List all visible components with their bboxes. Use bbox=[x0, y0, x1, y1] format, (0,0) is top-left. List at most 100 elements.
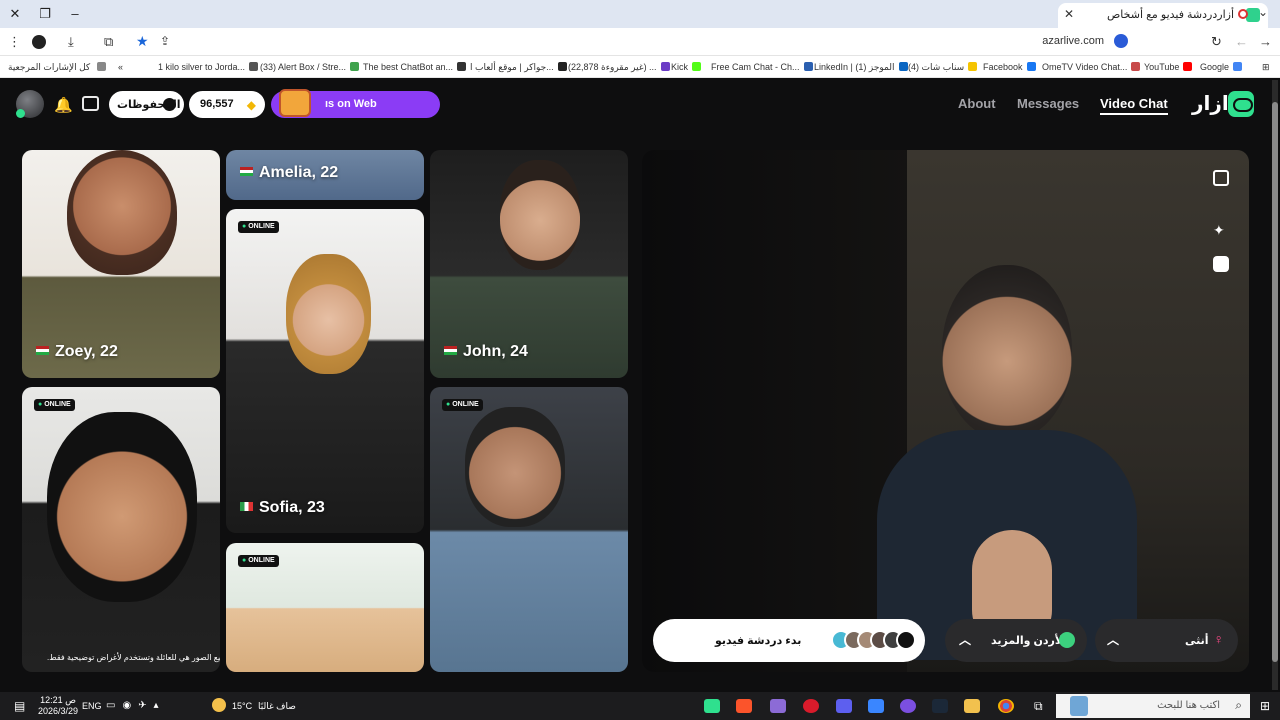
magic-wand-icon[interactable]: ✦ bbox=[1213, 222, 1225, 239]
gems-button[interactable]: 96,557 ◆ bbox=[189, 91, 265, 118]
start-video-chat-button[interactable]: بدء دردشة فيديو bbox=[653, 619, 925, 662]
fullscreen-icon[interactable] bbox=[1213, 170, 1229, 186]
download-icon[interactable]: ⤓ bbox=[68, 34, 74, 50]
back-icon[interactable]: → bbox=[1259, 34, 1272, 50]
inbox-icon[interactable] bbox=[82, 96, 99, 111]
online-badge: ONLINE bbox=[238, 221, 279, 233]
bookmark-item[interactable]: YouTube bbox=[1144, 62, 1193, 72]
profile-photo bbox=[67, 150, 177, 275]
gender-selector[interactable]: ︿ أنثى ♀ bbox=[1095, 619, 1238, 662]
language-indicator[interactable]: ENG bbox=[82, 701, 102, 711]
clock[interactable]: 12:21 ص 2026/3/29 bbox=[38, 695, 78, 717]
nav-messages[interactable]: Messages bbox=[1017, 96, 1079, 111]
bookmark-item[interactable]: (4) سناب شات bbox=[908, 62, 978, 73]
notifications-icon[interactable]: ▤ bbox=[14, 699, 25, 713]
region-label: الأردن والمزيد bbox=[991, 635, 1067, 647]
sticker-icon[interactable] bbox=[1213, 256, 1229, 272]
nav-video-chat[interactable]: Video Chat bbox=[1100, 96, 1168, 115]
saved-button[interactable]: المحفوظات bbox=[109, 91, 184, 118]
site-info-icon[interactable] bbox=[1114, 34, 1128, 48]
profile-photo bbox=[286, 254, 371, 374]
restore-window-icon[interactable]: ❐ bbox=[35, 4, 55, 24]
taskbar-search[interactable]: اكتب هنا للبحث ⌕ bbox=[1056, 694, 1250, 718]
bookmark-label: Google bbox=[1200, 62, 1230, 72]
bookmarks-overflow-icon[interactable]: « bbox=[118, 62, 123, 72]
bookmark-label: جواكر | موقع ألعاب ا... bbox=[470, 62, 554, 72]
forward-icon[interactable]: ← bbox=[1235, 34, 1248, 50]
us-flag-icon bbox=[444, 346, 457, 355]
bookmark-item[interactable]: Google bbox=[1200, 62, 1243, 72]
scrollbar-thumb[interactable] bbox=[1272, 102, 1278, 662]
search-placeholder: اكتب هنا للبحث bbox=[1157, 700, 1220, 711]
treasure-chest-icon bbox=[279, 89, 311, 117]
address-bar[interactable]: ★ ⇪ azarlive.com bbox=[130, 31, 1200, 53]
gender-label: أنثى bbox=[1185, 635, 1209, 647]
app-icon[interactable] bbox=[900, 699, 916, 713]
start-icon[interactable]: ⊞ bbox=[1260, 699, 1270, 713]
profile-photo bbox=[500, 160, 580, 270]
tab-title: أزاردردشة فيديو مع أشخاص bbox=[1107, 9, 1234, 21]
share-icon[interactable]: ⇪ bbox=[160, 34, 170, 48]
tab-search-icon[interactable]: ⌄ bbox=[1258, 5, 1268, 19]
bookmark-item[interactable]: Facebook bbox=[983, 62, 1036, 72]
profile-card-zoey[interactable]: Zoey, 22 bbox=[22, 150, 220, 378]
bookmark-star-icon[interactable]: ★ bbox=[136, 33, 149, 50]
chevron-up-icon: ︿ bbox=[959, 633, 972, 647]
opera-icon[interactable] bbox=[803, 699, 819, 713]
weather-temp: 15°C bbox=[232, 701, 253, 711]
bookmark-label: (22,878 غير مقروءة) ... bbox=[568, 62, 657, 72]
azar-app-icon[interactable] bbox=[704, 699, 720, 713]
bookmark-favicon-icon bbox=[557, 62, 567, 71]
video-preview: ✦ bbox=[642, 150, 1249, 672]
close-window-icon[interactable]: ✕ bbox=[5, 4, 25, 24]
file-explorer-icon[interactable] bbox=[964, 699, 980, 713]
bookmark-item[interactable]: (22,878 غير مقروءة) ... bbox=[568, 62, 670, 73]
app-icon[interactable] bbox=[836, 699, 852, 713]
profile-card-john[interactable]: John, 24 bbox=[430, 150, 628, 378]
profile-icon[interactable] bbox=[32, 35, 46, 49]
profile-card-blonde[interactable]: ONLINE bbox=[226, 543, 424, 672]
minimize-window-icon[interactable]: – bbox=[65, 4, 85, 24]
close-tab-icon[interactable]: ✕ bbox=[1064, 7, 1074, 21]
all-bookmarks[interactable]: كل الإشارات المرجعية bbox=[8, 62, 106, 73]
bookmark-item[interactable]: Kick bbox=[671, 62, 702, 72]
promo-banner[interactable]: ıs on Web bbox=[271, 89, 440, 118]
online-badge: ONLINE bbox=[34, 399, 75, 411]
bookmark-label: YouTube bbox=[1144, 62, 1180, 72]
chrome-icon[interactable] bbox=[998, 699, 1014, 713]
chevron-up-icon: ︿ bbox=[1107, 633, 1120, 647]
menu-icon[interactable]: ⋮ bbox=[8, 34, 21, 50]
bell-icon[interactable]: 🔔 bbox=[54, 96, 73, 114]
nav-about[interactable]: About bbox=[958, 96, 996, 111]
apps-grid-icon[interactable]: ⊞ bbox=[1262, 62, 1270, 73]
profile-card-amelia[interactable]: Amelia, 22 bbox=[226, 150, 424, 200]
profile-name: Amelia, 22 bbox=[240, 164, 338, 182]
bookmark-label: Free Cam Chat - Ch... bbox=[711, 62, 800, 72]
browser-tab-strip: ✕ ❐ – + أزاردردشة فيديو مع أشخاص ✕ ⌄ bbox=[0, 0, 1280, 28]
profile-card-sofia[interactable]: ONLINE Sofia, 23 bbox=[226, 209, 424, 533]
region-selector[interactable]: ︿ الأردن والمزيد bbox=[945, 619, 1087, 662]
bookmark-item[interactable]: 1 kilo silver to Jorda... bbox=[158, 62, 259, 72]
brave-icon[interactable] bbox=[736, 699, 752, 713]
bookmark-item[interactable]: LinkedIn | (1) الموجز bbox=[814, 62, 908, 73]
bookmark-item[interactable]: OmeTV Video Chat... bbox=[1042, 62, 1141, 72]
store-icon[interactable] bbox=[868, 699, 884, 713]
tray-icons[interactable]: ▭◉✈▴ bbox=[106, 700, 166, 711]
task-view-icon[interactable]: ⧉ bbox=[1034, 699, 1043, 714]
page-scrollbar[interactable] bbox=[1272, 80, 1278, 690]
reload-icon[interactable]: ↻ bbox=[1211, 34, 1222, 50]
browser-tab[interactable]: أزاردردشة فيديو مع أشخاص ✕ bbox=[1058, 3, 1268, 28]
avatars-stack bbox=[831, 630, 916, 650]
bookmark-label: OmeTV Video Chat... bbox=[1042, 62, 1128, 72]
profile-card-eating[interactable]: ONLINE جميع الصور هي للعائلة وتستخدم لأغ… bbox=[22, 387, 220, 672]
bookmark-item[interactable]: جواكر | موقع ألعاب ا... bbox=[470, 62, 567, 73]
steam-icon[interactable] bbox=[932, 699, 948, 713]
bookmark-item[interactable]: Free Cam Chat - Ch... bbox=[711, 62, 813, 72]
profile-card-tattoo[interactable]: ONLINE bbox=[430, 387, 628, 672]
extensions-icon[interactable]: ⧉ bbox=[104, 34, 113, 50]
bookmark-favicon-icon bbox=[249, 62, 259, 71]
bookmark-item[interactable]: (33) Alert Box / Stre... bbox=[260, 62, 360, 72]
bookmark-item[interactable]: The best ChatBot an... bbox=[363, 62, 467, 72]
clock-date: 2026/3/29 bbox=[38, 706, 79, 716]
app-icon[interactable] bbox=[770, 699, 786, 713]
